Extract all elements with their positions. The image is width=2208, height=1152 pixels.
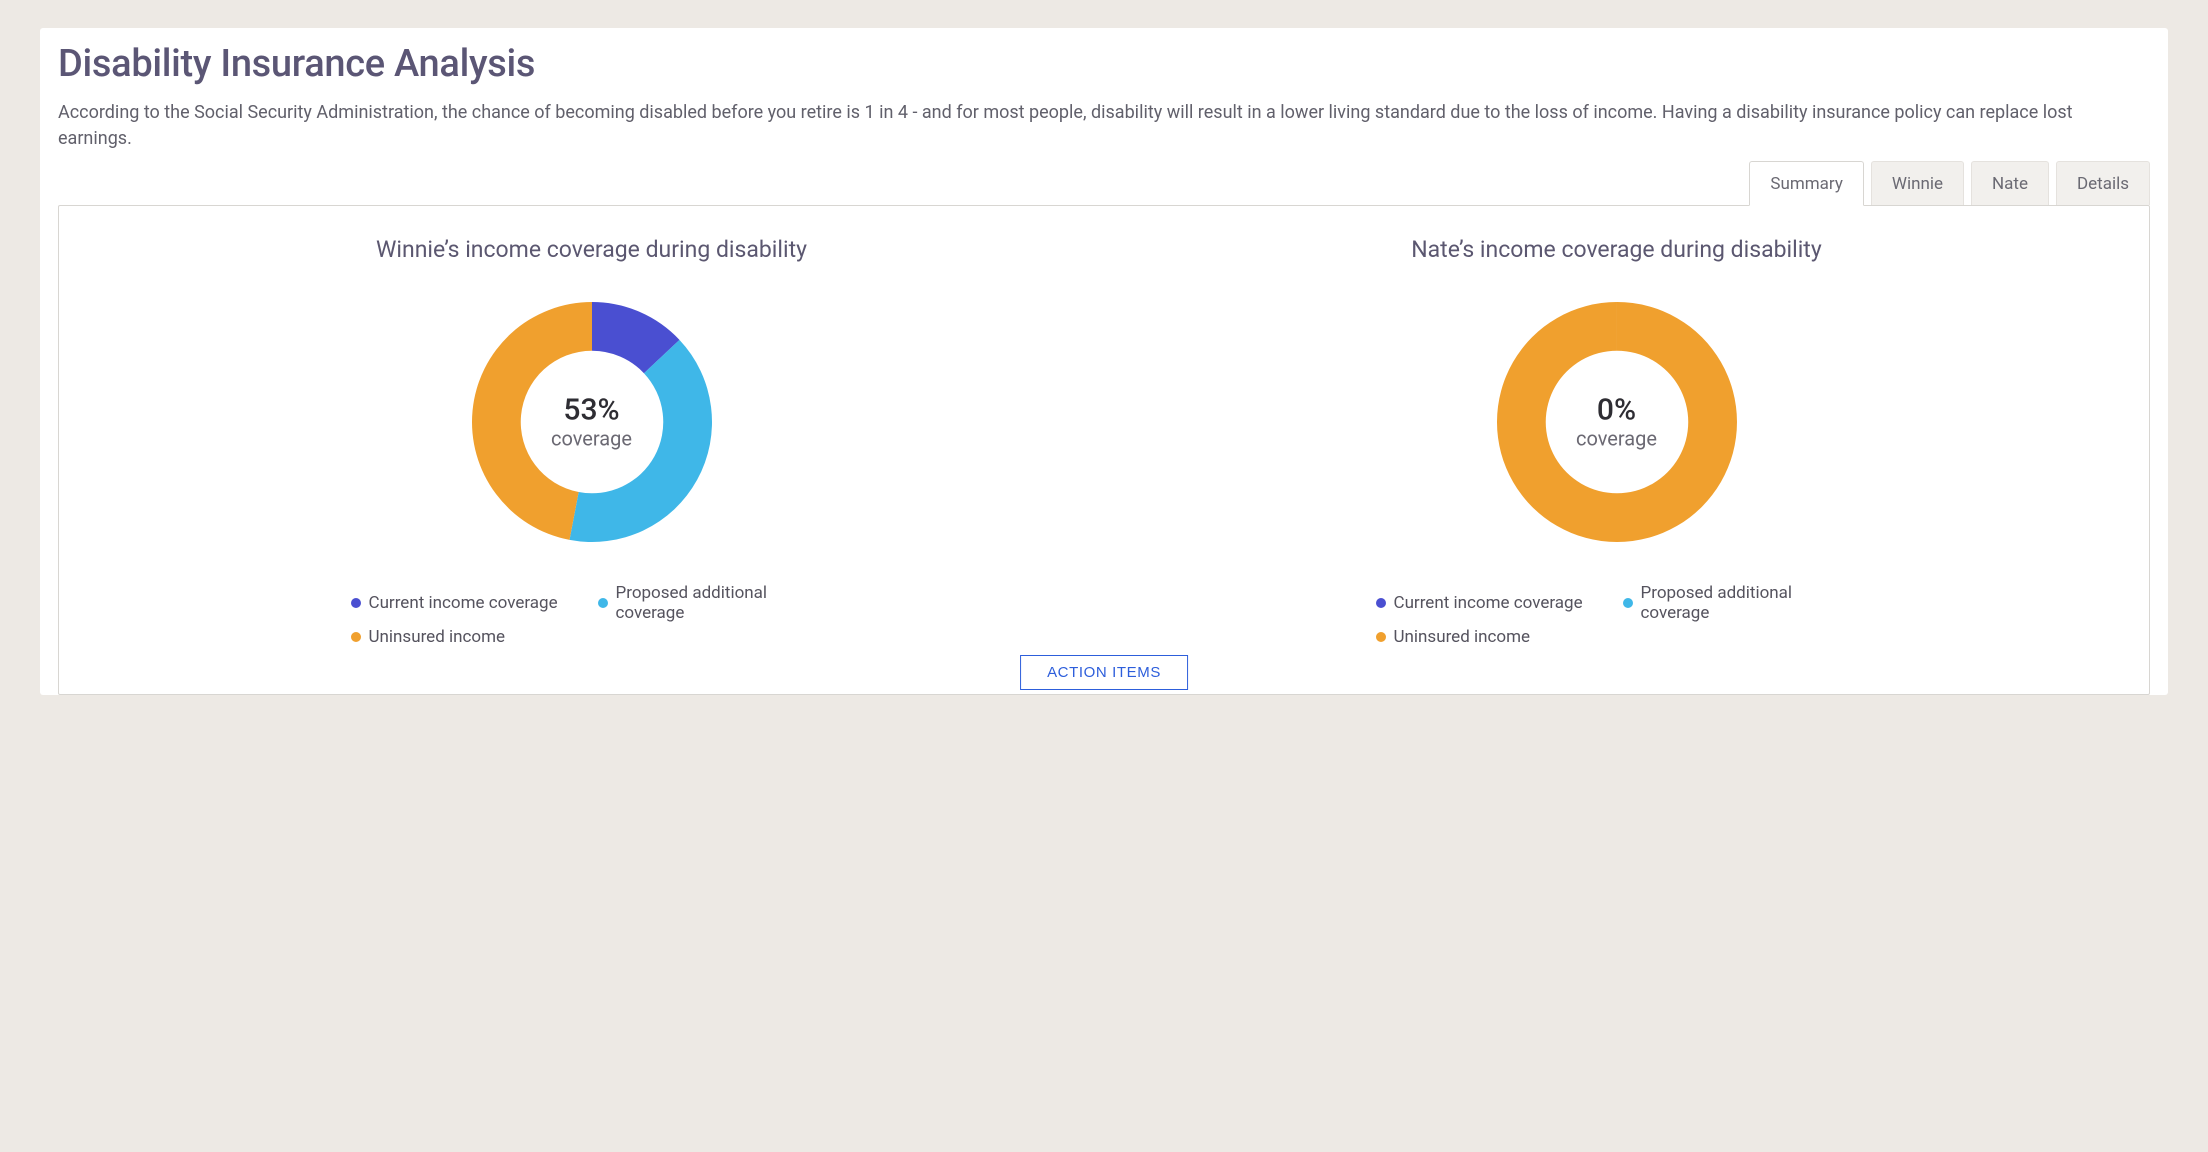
chart-nate-center-label: coverage	[1576, 426, 1657, 450]
tab-nate[interactable]: Nate	[1971, 161, 2049, 205]
chart-winnie-legend: Current income coverage Proposed additio…	[327, 583, 857, 651]
tab-summary[interactable]: Summary	[1749, 161, 1863, 206]
legend-item-proposed: Proposed additional coverage	[598, 583, 845, 623]
tab-bar: Summary Winnie Nate Details	[58, 161, 2150, 205]
legend-label-proposed: Proposed additional coverage	[616, 583, 815, 623]
chart-nate-center: 0% coverage	[1576, 394, 1657, 450]
chart-winnie-center: 53% coverage	[551, 394, 632, 450]
legend-item-uninsured: Uninsured income	[1376, 627, 1870, 647]
legend-label-uninsured: Uninsured income	[369, 627, 506, 647]
tab-panel-summary: Winnie’s income coverage during disabili…	[58, 205, 2150, 695]
legend-dot-current	[351, 598, 361, 608]
legend-dot-current	[1376, 598, 1386, 608]
tab-winnie[interactable]: Winnie	[1871, 161, 1964, 205]
legend-dot-proposed	[598, 598, 608, 608]
legend-dot-uninsured	[351, 632, 361, 642]
charts-row: Winnie’s income coverage during disabili…	[79, 236, 2129, 651]
legend-label-current: Current income coverage	[1394, 593, 1583, 613]
legend-dot-uninsured	[1376, 632, 1386, 642]
action-items-button[interactable]: ACTION ITEMS	[1020, 655, 1188, 690]
chart-winnie-percent: 53%	[551, 394, 632, 426]
chart-winnie-title: Winnie’s income coverage during disabili…	[376, 236, 807, 263]
legend-item-current: Current income coverage	[351, 583, 598, 623]
chart-nate: Nate’s income coverage during disability…	[1104, 236, 2129, 651]
chart-nate-donut: 0% coverage	[1492, 297, 1742, 547]
chart-winnie-center-label: coverage	[551, 426, 632, 450]
page-title: Disability Insurance Analysis	[58, 28, 2150, 86]
chart-nate-legend: Current income coverage Proposed additio…	[1352, 583, 1882, 651]
analysis-card: Disability Insurance Analysis According …	[40, 28, 2168, 695]
chart-nate-percent: 0%	[1576, 394, 1657, 426]
legend-item-proposed: Proposed additional coverage	[1623, 583, 1870, 623]
tab-details[interactable]: Details	[2056, 161, 2150, 205]
chart-nate-title: Nate’s income coverage during disability	[1411, 236, 1821, 263]
chart-winnie-donut: 53% coverage	[467, 297, 717, 547]
legend-label-proposed: Proposed additional coverage	[1641, 583, 1840, 623]
legend-dot-proposed	[1623, 598, 1633, 608]
legend-label-current: Current income coverage	[369, 593, 558, 613]
chart-winnie: Winnie’s income coverage during disabili…	[79, 236, 1104, 651]
legend-item-uninsured: Uninsured income	[351, 627, 845, 647]
legend-label-uninsured: Uninsured income	[1394, 627, 1531, 647]
legend-item-current: Current income coverage	[1376, 583, 1623, 623]
page-description: According to the Social Security Adminis…	[58, 100, 2150, 151]
